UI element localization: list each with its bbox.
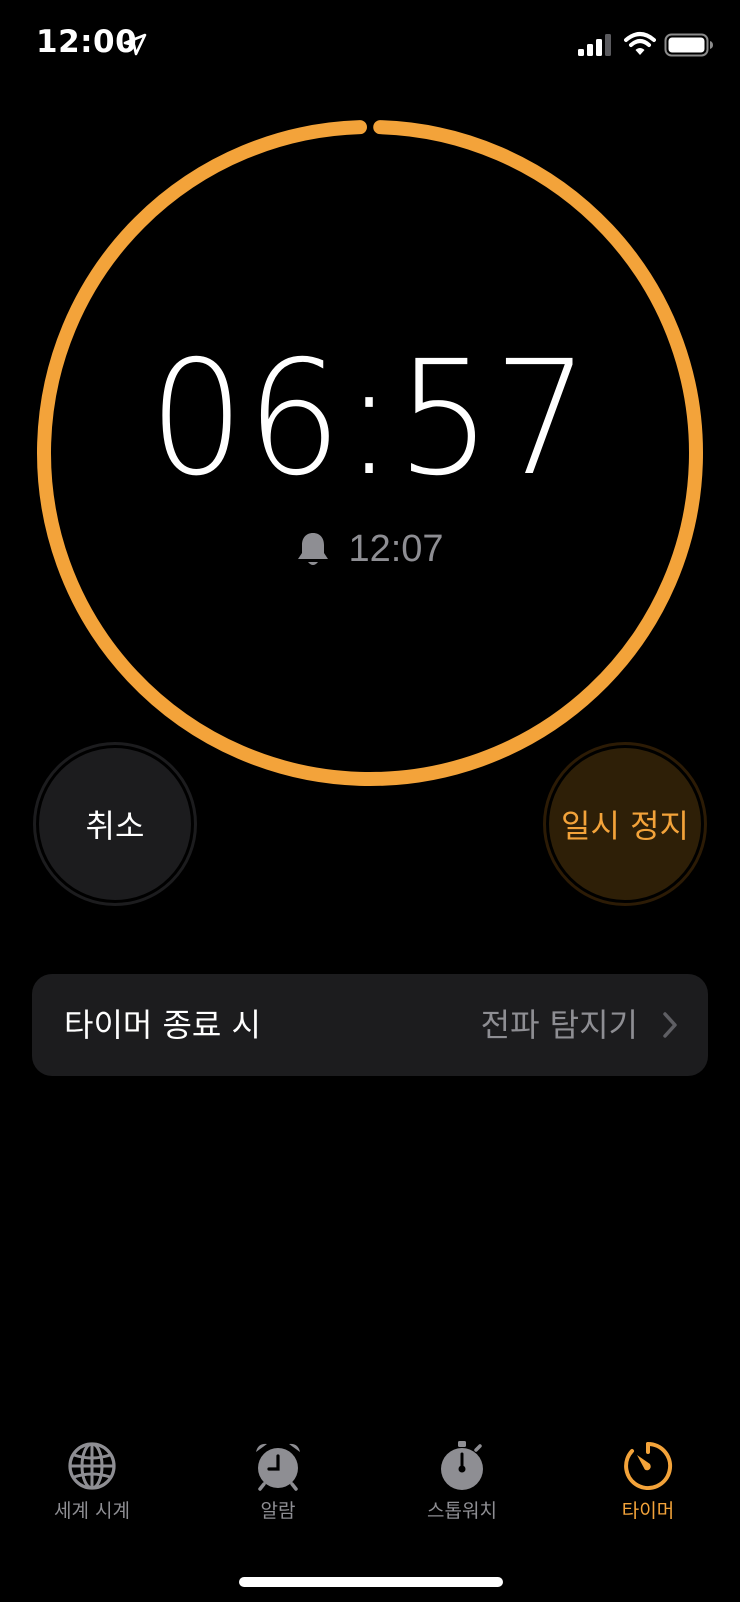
timer-icon — [624, 1441, 673, 1490]
timer-end-row: 12:07 — [0, 528, 740, 571]
cancel-button-label: 취소 — [39, 748, 191, 900]
location-arrow-icon — [123, 33, 147, 56]
alarm-clock-icon — [256, 1443, 300, 1491]
tab-label: 스톱워치 — [427, 1500, 497, 1522]
pause-button[interactable]: 일시 정지 — [543, 742, 707, 906]
globe-icon — [68, 1442, 116, 1490]
tab-label: 세계 시계 — [54, 1500, 130, 1522]
wifi-icon — [624, 32, 656, 55]
tab-label: 알람 — [260, 1500, 296, 1522]
bell-icon — [298, 532, 329, 565]
cancel-button[interactable]: 취소 — [33, 742, 197, 906]
status-bar: 12:00 — [0, 0, 740, 92]
when-timer-ends-row[interactable]: 타이머 종료 시 전파 탐지기 — [32, 974, 708, 1076]
tab-timer[interactable]: 타이머 — [578, 1440, 718, 1523]
pause-button-label: 일시 정지 — [549, 748, 701, 900]
tab-alarm[interactable]: 알람 — [208, 1440, 348, 1523]
home-indicator[interactable] — [239, 1577, 503, 1587]
tab-world-clock[interactable]: 세계 시계 — [22, 1440, 162, 1523]
battery-icon — [664, 33, 713, 57]
stopwatch-icon — [441, 1441, 483, 1490]
when-timer-ends-value: 전파 탐지기 — [480, 1006, 638, 1044]
chevron-right-icon — [663, 1012, 677, 1038]
cellular-signal-icon — [578, 34, 611, 56]
timer-remaining-time: 06:57 — [148, 327, 592, 511]
timer-end-time: 12:07 — [348, 528, 444, 570]
tab-stopwatch[interactable]: 스톱워치 — [392, 1440, 532, 1523]
when-timer-ends-label: 타이머 종료 시 — [64, 1006, 261, 1044]
tab-label: 타이머 — [621, 1500, 675, 1522]
tab-bar: 세계 시계 알람 스톱워치 타이머 — [0, 1440, 740, 1550]
